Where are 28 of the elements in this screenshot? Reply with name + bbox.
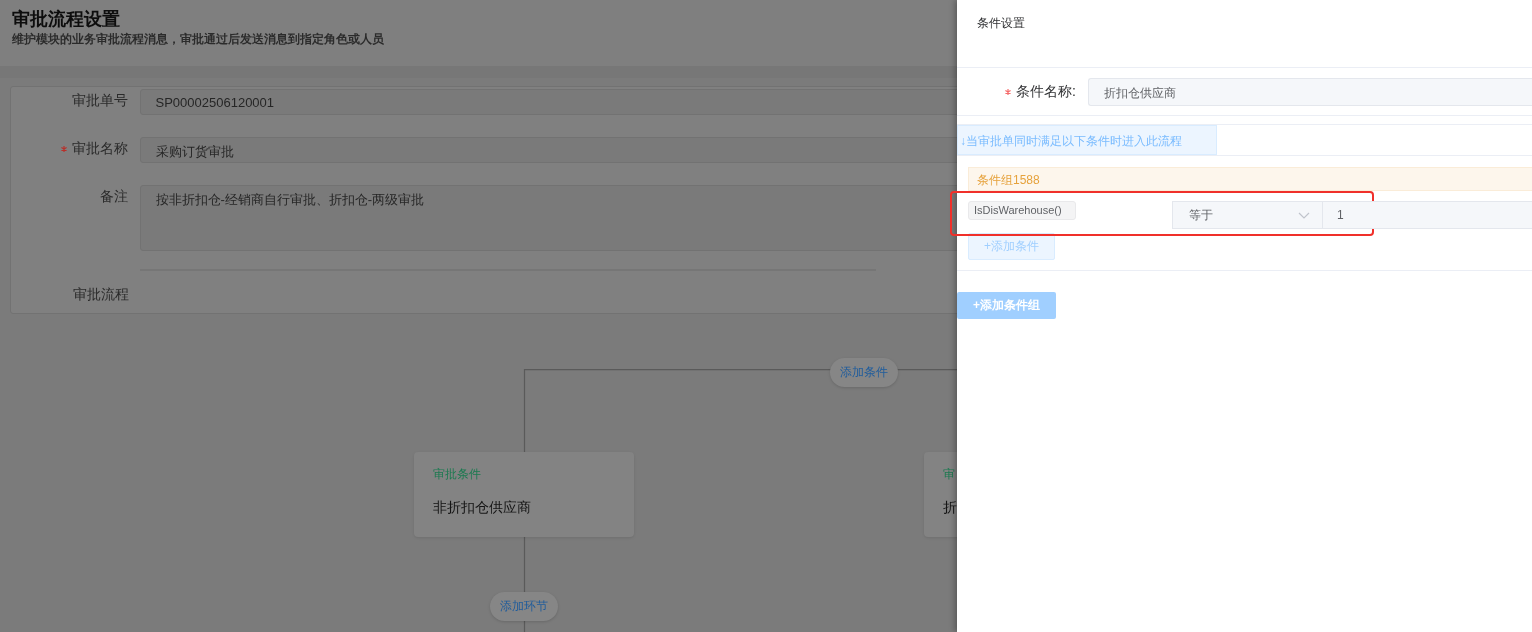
card-title: 审批条件 — [433, 466, 482, 483]
field-label: 审批名称 — [60, 140, 128, 158]
operator-select[interactable]: 等于 — [1172, 201, 1323, 229]
card-text: 折 — [943, 499, 957, 517]
page-title: 审批流程设置 — [12, 8, 121, 30]
remark-field[interactable]: 按非折扣仓-经销商自行审批、折扣仓-两级审批 — [139, 185, 957, 251]
page-subtitle: 维护模块的业务审批流程消息，审批通过后发送消息到指定角色或人员 — [12, 32, 385, 47]
condition-card[interactable]: 审 折 — [924, 452, 957, 537]
field-tag: IsDisWarehouse() — [968, 201, 1076, 220]
add-step-button[interactable]: 添加环节 — [490, 592, 558, 621]
condition-name-field[interactable]: 折扣仓供应商 — [1088, 77, 1532, 106]
hint-banner: ↓当审批单同时满足以下条件时进入此流程 — [957, 125, 1217, 155]
add-condition-button[interactable]: 添加条件 — [830, 358, 898, 387]
card-text: 非折扣仓供应商 — [433, 499, 532, 517]
field-label: 审批流程 — [73, 286, 129, 304]
asterisk-icon — [60, 146, 67, 152]
group-header: 条件组1588 — [968, 167, 1532, 191]
text-field[interactable]: 采购订货审批 — [139, 137, 957, 163]
value-field[interactable]: 1 — [1323, 201, 1532, 229]
field-label: 备注 — [99, 188, 128, 206]
condition-card[interactable]: 审批条件 非折扣仓供应商 — [414, 452, 634, 537]
asterisk-icon — [1005, 88, 1012, 95]
card-title: 审 — [943, 466, 956, 483]
text-field[interactable]: SP00002506120001 — [139, 89, 957, 115]
chevron-down-icon — [1298, 211, 1310, 219]
field-label: 审批单号 — [71, 92, 128, 110]
field-label: 条件名称: — [1005, 82, 1076, 101]
drawer-title: 条件设置 — [957, 0, 1532, 68]
